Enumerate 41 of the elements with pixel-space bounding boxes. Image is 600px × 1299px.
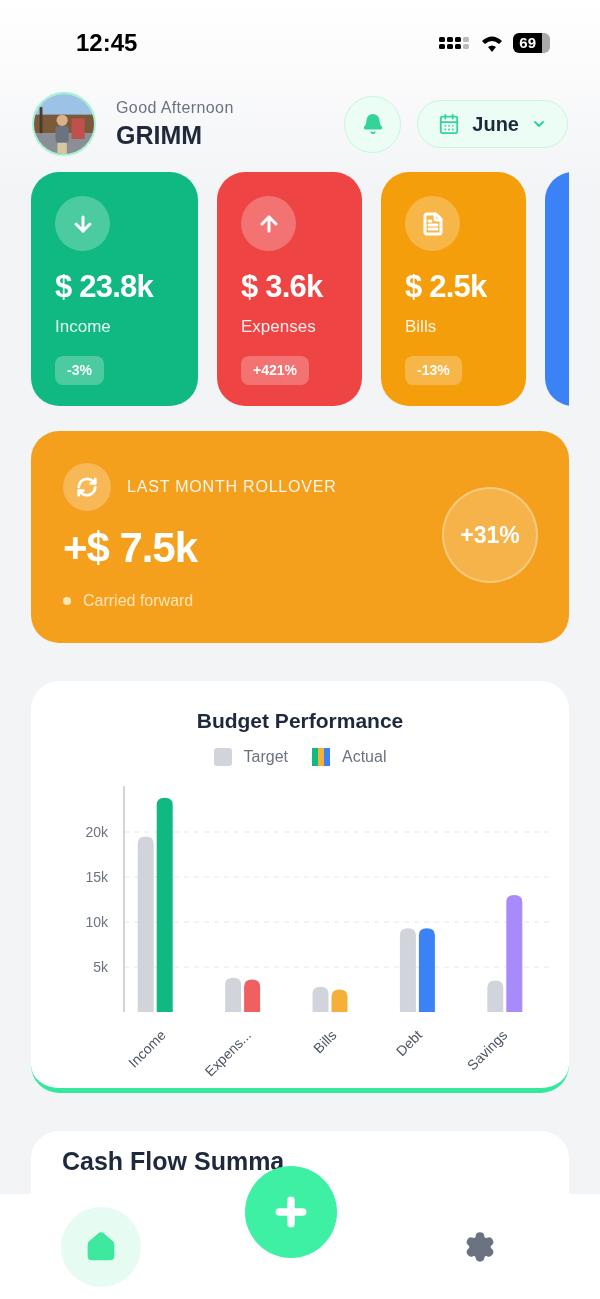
status-time: 12:45: [76, 28, 138, 58]
change-badge: +31%: [442, 487, 538, 583]
legend-label: Actual: [342, 746, 387, 767]
stat-label: Expenses: [241, 316, 317, 338]
change-badge: -3%: [55, 355, 104, 385]
rollover-note: Carried forward: [83, 591, 194, 611]
stat-card[interactable]: $ 2.5k Bills -13%: [381, 172, 526, 406]
greeting: Good Afternoon: [116, 98, 234, 119]
axis-category-label: Bills: [310, 1026, 340, 1056]
stat-amount: $ 3.6k: [241, 271, 324, 302]
bar: [312, 986, 329, 1012]
stat-label: Income: [55, 316, 112, 338]
bar: [487, 980, 504, 1012]
stat-card[interactable]: $ 3.6k Expenses +421%: [217, 172, 362, 406]
legend-swatch: [312, 747, 330, 766]
axis-tick-label: 15k: [85, 868, 108, 885]
change-badge: +421%: [241, 355, 309, 385]
legend-swatch: [213, 747, 232, 766]
legend-label: Target: [243, 746, 288, 767]
chart-title: Budget Performance: [196, 708, 404, 734]
refresh-icon: [76, 476, 98, 498]
axis-tick-label: 20k: [85, 823, 108, 840]
battery-indicator: 69: [513, 33, 550, 53]
month-selector[interactable]: June: [417, 100, 568, 148]
axis-tick-label: 5k: [93, 958, 108, 975]
bar: [225, 977, 242, 1012]
stat-label: Bills: [405, 316, 438, 338]
section-title: Cash Flow Summa: [62, 1147, 285, 1175]
axis-tick-label: 10k: [85, 913, 108, 930]
stat-card[interactable]: $ 23.8k Income -3%: [31, 172, 198, 406]
stat-amount: $ 23.8k: [55, 271, 155, 302]
bell-icon: [361, 113, 384, 135]
calendar-icon: [438, 113, 461, 135]
home-icon: [85, 1230, 117, 1263]
bar: [331, 989, 348, 1012]
user-name: GRIMM: [116, 120, 204, 152]
rollover-title: LAST MONTH ROLLOVER: [127, 477, 337, 497]
stat-amount: $ 2.5k: [405, 271, 488, 302]
rollover-amount: +$ 7.5k: [63, 527, 199, 569]
change-badge: -13%: [405, 355, 462, 385]
bar: [244, 979, 261, 1012]
